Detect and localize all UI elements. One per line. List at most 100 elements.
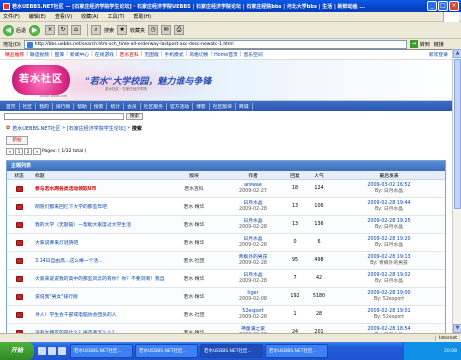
main-nav-item[interactable]: 社区: [20, 102, 37, 110]
window-controls: _ □ ×: [427, 1, 459, 11]
search-input[interactable]: [4, 113, 124, 120]
main-nav-item[interactable]: 搜索: [91, 102, 108, 110]
site-top-nav: 精品推荐 | 联谊视频 | 图库 | 新闻中心 | 在线游戏 | 若水百科 | 无图版 | 手机模式 | 风格切…: [0, 50, 452, 60]
board-link[interactable]: 若水·精华: [165, 275, 223, 282]
search-submit-button[interactable]: 搜索: [126, 113, 143, 120]
sitenav-item[interactable]: 风格切换: [189, 51, 208, 58]
board-link[interactable]: 若水·社团: [165, 311, 223, 318]
reply-count: 192: [290, 294, 300, 299]
menu-view[interactable]: 查看(V): [55, 13, 72, 20]
folder-icon: [15, 257, 23, 264]
main-nav-item[interactable]: 官方活动: [167, 102, 194, 110]
mail-icon[interactable]: ✉: [161, 25, 172, 35]
quicklaunch-ie-icon[interactable]: [38, 347, 46, 355]
topic-link[interactable]: 大家来说说我的高中的那些风云的有你？你？不要问啊！我自己确看一下: [31, 275, 165, 282]
board-link[interactable]: 若水·精华: [165, 221, 223, 228]
sitenav-item[interactable]: 联谊视频: [30, 51, 49, 58]
vertical-scrollbar[interactable]: ▲ ▼: [452, 49, 461, 333]
scroll-up-icon[interactable]: ▲: [453, 49, 461, 58]
new-post-button[interactable]: 新帖: [6, 136, 28, 145]
pager-first-button[interactable]: «: [6, 148, 14, 155]
main-nav-item[interactable]: 商城: [236, 102, 253, 110]
stop-icon[interactable]: ×: [45, 25, 56, 35]
taskbar-window-button[interactable]: 若水UEBBS.NET社区...: [200, 344, 263, 358]
maximize-button[interactable]: □: [438, 1, 448, 11]
sitenav-item[interactable]: 新闻中心: [70, 51, 89, 58]
board-link[interactable]: 若水·精华: [165, 203, 223, 210]
pager-current[interactable]: 1: [15, 148, 23, 155]
site-logo[interactable]: 若水社区: [12, 65, 70, 95]
sitenav-item[interactable]: 音乐空间: [243, 51, 262, 58]
main-nav-item[interactable]: 会员: [124, 102, 141, 110]
menu-help[interactable]: 帮助(H): [133, 13, 151, 20]
scrollbar-thumb[interactable]: [454, 59, 461, 209]
favorites-button[interactable]: ★ 收藏夹: [117, 24, 145, 37]
url-input[interactable]: http://bbs.uebbs.net/search.htm-sch_time…: [23, 39, 407, 49]
refresh-icon[interactable]: ↻: [58, 25, 69, 35]
main-nav-item[interactable]: 我的: [36, 102, 53, 110]
taskbar-window-button[interactable]: 若水UEBBS.NET社区...: [135, 344, 198, 358]
menu-tools[interactable]: 工具(T): [108, 13, 125, 20]
history-icon[interactable]: ◷: [148, 25, 159, 35]
sitenav-item[interactable]: 若水百科: [120, 51, 139, 58]
sitenav-item[interactable]: 无图版: [144, 51, 158, 58]
quicklaunch-desktop-icon[interactable]: [48, 347, 56, 355]
search-button[interactable]: ⌕ 搜索: [91, 24, 114, 37]
sitenav-item[interactable]: 精品推荐: [5, 51, 24, 58]
main-nav-item[interactable]: 统计: [107, 102, 125, 110]
breadcrumb-section[interactable]: [石家庄经济学院学生论坛]: [67, 125, 126, 132]
main-nav-item[interactable]: 社区服务: [141, 102, 167, 110]
table-row: 说说我"男女"排行榜 若水·精华 tiger 2009-02-08 192 5180 200…: [7, 288, 445, 306]
topic-link[interactable]: 说说我"男女"排行榜: [31, 293, 165, 300]
window-titlebar: 若水UEBBS.NET社区 — [石家庄经济学院学生论坛] · 石家庄经济学院U…: [0, 0, 461, 12]
board-link[interactable]: 若水·精华: [165, 293, 223, 300]
topic-link[interactable]: 大家说要来灯谜猜吧: [31, 239, 165, 246]
menu-favorites[interactable]: 收藏(A): [81, 13, 98, 20]
close-button[interactable]: ×: [449, 1, 459, 11]
last-post-author: By: 青枫外的男孩: [370, 260, 408, 266]
main-nav-item[interactable]: 社区版块: [210, 102, 236, 110]
menu-file[interactable]: 文件(F): [3, 13, 20, 20]
reply-count: 18: [291, 186, 299, 191]
address-bar: 地址(D) http://bbs.uebbs.net/search.htm-sc…: [0, 38, 461, 49]
back-button[interactable]: ◀ 后退: [3, 24, 26, 37]
last-post-cell: 2009-02-28 19:02 By: 日月水晶: [331, 273, 447, 285]
menu-edit[interactable]: 编辑(E): [29, 13, 46, 20]
home-icon[interactable]: ⌂: [71, 25, 82, 35]
taskbar-window-button[interactable]: 若水UEBBS.NET社区...: [265, 344, 328, 358]
table-row: 网管们都来回忆下大学的那些年吧 若水·精华 日月水晶 2009-02-28 13 106 2…: [7, 198, 445, 216]
scroll-down-icon[interactable]: ▼: [453, 324, 461, 333]
pager-last-button[interactable]: »: [33, 148, 41, 155]
print-icon[interactable]: ⎙: [174, 25, 185, 35]
login-link[interactable]: 新欢登录: [429, 51, 448, 58]
main-nav-item[interactable]: 首页: [3, 102, 20, 110]
minimize-button[interactable]: _: [427, 1, 437, 11]
reply-count: 7: [293, 276, 297, 281]
sitenav-separator: |: [140, 52, 143, 57]
sitenav-item[interactable]: 在线游戏: [95, 51, 114, 58]
sitenav-item[interactable]: 图库: [55, 51, 65, 58]
topic-link[interactable]: 网管们都来回忆下大学的那些年吧: [31, 203, 165, 210]
board-link[interactable]: 若水百科: [165, 185, 223, 192]
breadcrumb-root[interactable]: 若水UEBBS.NET社区: [12, 125, 60, 132]
table-row: 大家说要来灯谜猜吧 若水·精华 日月水晶 2009-02-28 0 6 2009-02-28…: [7, 234, 445, 252]
sitenav-item[interactable]: Home首页: [214, 51, 238, 58]
topic-link[interactable]: 我的大学（无题篇）—帮助大家度过大学生活: [31, 221, 165, 228]
main-nav-item[interactable]: 帮助: [74, 102, 91, 110]
forward-button[interactable]: ▶: [29, 24, 42, 37]
taskbar-window-button[interactable]: 若水UEBBS.NET社区...: [70, 344, 133, 358]
quicklaunch-media-icon[interactable]: [58, 347, 66, 355]
sitenav-item[interactable]: 手机模式: [164, 51, 183, 58]
main-nav-item[interactable]: 排行榜: [53, 102, 75, 110]
favorites-label: 收藏夹: [130, 27, 146, 34]
topic-link[interactable]: 寻人！学生会干部或电脑协会团员的人: [31, 311, 165, 318]
topic-link[interactable]: 3.14日自由高...这么棒一个活...: [31, 257, 165, 264]
topic-link[interactable]: 参与若水网各类活动领取U币: [31, 185, 165, 192]
go-button[interactable]: → 转到: [409, 40, 430, 49]
main-nav-item[interactable]: 博客: [193, 102, 210, 110]
links-label[interactable]: 链接: [434, 41, 444, 48]
board-link[interactable]: 若水·社团: [165, 257, 223, 264]
board-link[interactable]: 若水·精华: [165, 239, 223, 246]
pager-next-button[interactable]: 2: [24, 148, 32, 155]
start-button[interactable]: 开始: [0, 342, 34, 360]
